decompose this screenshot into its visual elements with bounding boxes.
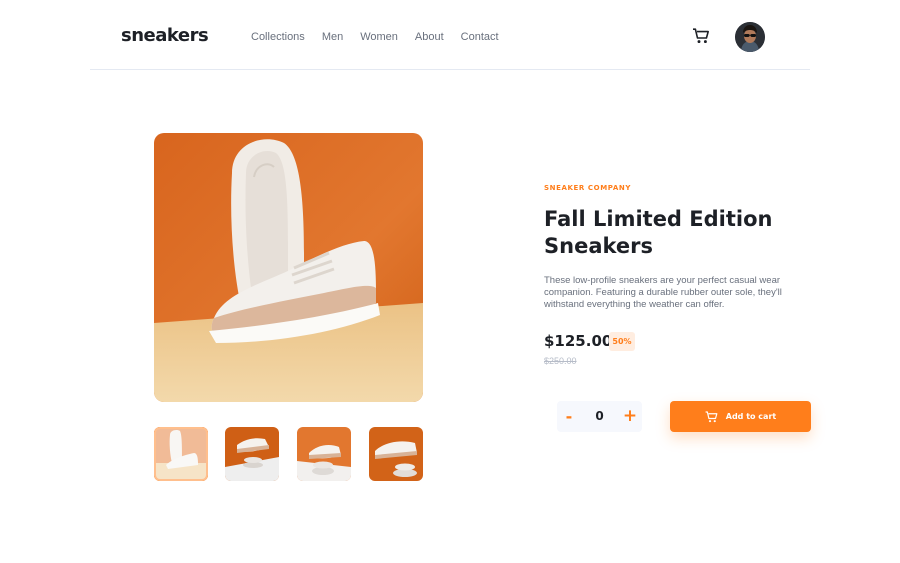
logo[interactable]: sneakers xyxy=(121,25,209,46)
add-to-cart-label: Add to cart xyxy=(725,412,777,421)
product-description: These low-profile sneakers are your perf… xyxy=(544,275,782,310)
sneaker-photo xyxy=(154,133,423,402)
quantity-stepper: - 0 + xyxy=(557,401,642,432)
site-header: sneakers Collections Men Women About Con… xyxy=(90,0,810,70)
company-label: SNEAKER COMPANY xyxy=(544,184,632,192)
thumbnail-3[interactable] xyxy=(297,427,351,481)
discount-badge: 50% xyxy=(609,332,635,351)
cart-icon[interactable] xyxy=(692,28,710,44)
current-price: $125.00 xyxy=(544,332,613,350)
thumbnail-2-photo xyxy=(225,427,279,481)
nav-link-men[interactable]: Men xyxy=(322,31,343,43)
thumbnail-2[interactable] xyxy=(225,427,279,481)
original-price: $250.00 xyxy=(544,356,577,366)
nav-link-contact[interactable]: Contact xyxy=(461,31,499,43)
product-main-image[interactable] xyxy=(154,133,423,402)
thumbnail-1[interactable] xyxy=(154,427,208,481)
decrease-quantity-button[interactable]: - xyxy=(557,401,581,432)
thumbnail-4[interactable] xyxy=(369,427,423,481)
thumbnail-1-photo xyxy=(154,427,208,481)
thumbnail-4-photo xyxy=(369,427,423,481)
user-avatar[interactable] xyxy=(735,22,765,52)
product-title: Fall Limited Edition Sneakers xyxy=(544,207,773,258)
nav-link-women[interactable]: Women xyxy=(360,31,398,43)
nav-link-collections[interactable]: Collections xyxy=(251,31,305,43)
main-nav: Collections Men Women About Contact xyxy=(251,31,516,43)
quantity-value: 0 xyxy=(595,409,604,423)
cart-icon xyxy=(705,410,718,422)
thumbnail-3-photo xyxy=(297,427,351,481)
nav-link-about[interactable]: About xyxy=(415,31,444,43)
add-to-cart-button[interactable]: Add to cart xyxy=(670,401,811,432)
increase-quantity-button[interactable]: + xyxy=(618,401,642,432)
